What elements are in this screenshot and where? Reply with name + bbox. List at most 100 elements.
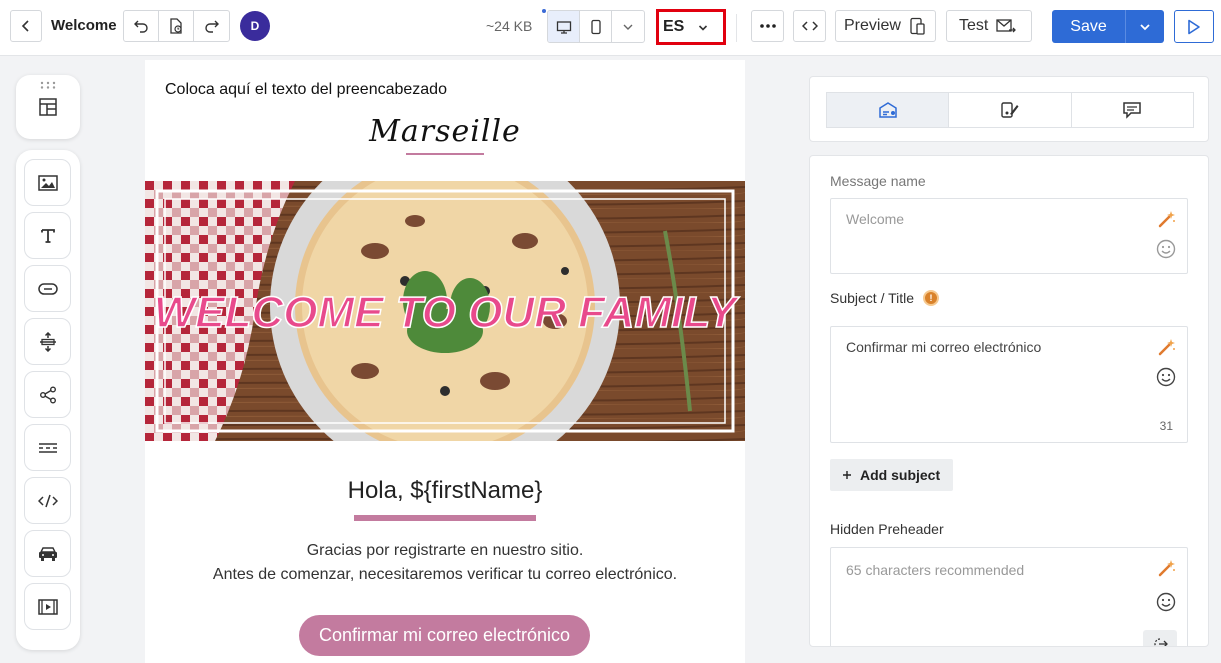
chevron-down-icon bbox=[623, 24, 633, 30]
add-subject-button[interactable]: Add subject bbox=[830, 459, 953, 491]
tab-style-settings[interactable] bbox=[949, 93, 1072, 127]
magic-wand-icon[interactable] bbox=[1157, 337, 1177, 357]
subject-char-count: 31 bbox=[1159, 419, 1173, 433]
magic-wand-icon[interactable] bbox=[1157, 558, 1177, 578]
code-button[interactable] bbox=[793, 10, 826, 42]
spacer-block-button[interactable] bbox=[24, 318, 71, 365]
emoji-icon[interactable] bbox=[1156, 592, 1176, 612]
divider-block-button[interactable] bbox=[24, 424, 71, 471]
file-history-icon bbox=[170, 18, 182, 34]
preheader-text[interactable]: Coloca aquí el texto del preencabezado bbox=[165, 81, 447, 99]
chevron-down-icon bbox=[1140, 23, 1150, 30]
device-switcher bbox=[547, 10, 645, 43]
code-icon bbox=[801, 21, 818, 31]
button-block-button[interactable] bbox=[24, 265, 71, 312]
html-icon bbox=[37, 494, 58, 507]
message-settings-form: Message name Welcome Subject / Title ! C… bbox=[809, 155, 1209, 647]
status-dot bbox=[542, 9, 546, 13]
settings-tabs-card bbox=[809, 76, 1209, 142]
html-block-button[interactable] bbox=[24, 477, 71, 524]
preview-button[interactable]: Preview bbox=[835, 10, 936, 42]
run-button[interactable] bbox=[1174, 10, 1214, 43]
test-button[interactable]: Test bbox=[946, 10, 1032, 42]
add-subject-label: Add subject bbox=[860, 467, 941, 483]
spacer-icon bbox=[39, 331, 56, 352]
text-icon bbox=[40, 228, 55, 243]
menu-block-icon bbox=[38, 546, 57, 561]
subject-field[interactable]: Confirmar mi correo electrónico 31 bbox=[830, 326, 1188, 443]
subject-value: Confirmar mi correo electrónico bbox=[846, 339, 1042, 355]
more-icon bbox=[759, 24, 776, 28]
more-button[interactable] bbox=[751, 10, 784, 42]
history-group bbox=[123, 10, 230, 42]
preview-label: Preview bbox=[844, 17, 901, 34]
chevron-down-icon bbox=[698, 25, 708, 31]
divider-icon bbox=[38, 442, 57, 453]
subject-label: Subject / Title bbox=[830, 290, 915, 306]
share-icon bbox=[39, 386, 56, 403]
page-title: Welcome bbox=[51, 17, 117, 34]
insert-preheader-button[interactable] bbox=[1143, 630, 1177, 646]
versions-button[interactable] bbox=[159, 11, 194, 41]
hidden-preheader-field[interactable]: 65 characters recommended bbox=[830, 547, 1188, 646]
sync-icon bbox=[1154, 638, 1168, 646]
text-block-button[interactable] bbox=[24, 212, 71, 259]
message-name-value: Welcome bbox=[846, 211, 905, 227]
top-bar: Welcome D ~24 KB ES Preview Test Save bbox=[0, 0, 1221, 56]
message-name-field[interactable]: Welcome bbox=[830, 198, 1188, 274]
settings-tabs bbox=[826, 92, 1194, 128]
undo-icon bbox=[134, 20, 148, 33]
video-icon bbox=[37, 598, 58, 615]
logo[interactable]: Marseille bbox=[145, 114, 745, 149]
body-line: Antes de comenzar, necesitaremos verific… bbox=[212, 566, 678, 583]
hero-headline: WELCOME TO OUR FAMILY bbox=[154, 288, 740, 337]
greeting-heading[interactable]: Hola, ${firstName} bbox=[145, 477, 745, 505]
layout-icon bbox=[39, 98, 57, 116]
preview-icon bbox=[910, 17, 925, 35]
tab-comments[interactable] bbox=[1072, 93, 1193, 127]
desktop-view-button[interactable] bbox=[548, 11, 580, 42]
image-icon bbox=[37, 174, 58, 191]
warning-icon[interactable]: ! bbox=[923, 290, 939, 306]
emoji-icon[interactable] bbox=[1156, 239, 1176, 259]
plus-icon bbox=[843, 471, 851, 479]
greeting-underline bbox=[354, 515, 536, 521]
body-text[interactable]: Gracias por registrarte en nuestro sitio… bbox=[145, 539, 745, 587]
device-dropdown-button[interactable] bbox=[612, 11, 644, 42]
email-size: ~24 KB bbox=[486, 18, 533, 34]
save-options-button[interactable] bbox=[1126, 10, 1164, 43]
play-icon bbox=[1188, 19, 1200, 34]
emoji-icon[interactable] bbox=[1156, 367, 1176, 387]
pizza-image: WELCOME TO OUR FAMILY bbox=[145, 181, 745, 441]
save-button[interactable]: Save bbox=[1052, 10, 1126, 43]
message-name-label: Message name bbox=[830, 173, 926, 189]
drag-handle-icon[interactable] bbox=[40, 81, 56, 89]
social-block-button[interactable] bbox=[24, 371, 71, 418]
structures-panel-button[interactable] bbox=[16, 75, 80, 139]
send-test-icon bbox=[996, 19, 1017, 33]
back-button[interactable] bbox=[10, 10, 42, 42]
body-line: Gracias por registrarte en nuestro sitio… bbox=[306, 542, 584, 559]
mobile-view-button[interactable] bbox=[580, 11, 612, 42]
language-select[interactable]: ES bbox=[656, 9, 726, 45]
chevron-left-icon bbox=[21, 20, 29, 32]
image-block-button[interactable] bbox=[24, 159, 71, 206]
confirm-email-button[interactable]: Confirmar mi correo electrónico bbox=[299, 615, 590, 656]
paint-icon bbox=[1001, 102, 1019, 118]
undo-button[interactable] bbox=[124, 11, 159, 41]
menu-block-button[interactable] bbox=[24, 530, 71, 577]
logo-underline bbox=[406, 153, 484, 155]
redo-button[interactable] bbox=[194, 11, 229, 41]
tab-message-settings[interactable] bbox=[827, 93, 950, 127]
avatar[interactable]: D bbox=[240, 11, 270, 41]
magic-wand-icon[interactable] bbox=[1157, 209, 1177, 229]
blocks-toolbar bbox=[16, 150, 80, 650]
video-block-button[interactable] bbox=[24, 583, 71, 630]
mobile-icon bbox=[590, 19, 601, 34]
email-canvas[interactable]: Coloca aquí el texto del preencabezado M… bbox=[145, 60, 745, 663]
redo-icon bbox=[204, 20, 219, 33]
hidden-preheader-label: Hidden Preheader bbox=[830, 521, 944, 537]
desktop-icon bbox=[556, 20, 571, 34]
save-button-group: Save bbox=[1052, 10, 1164, 43]
hero-image[interactable]: WELCOME TO OUR FAMILY bbox=[145, 181, 745, 441]
